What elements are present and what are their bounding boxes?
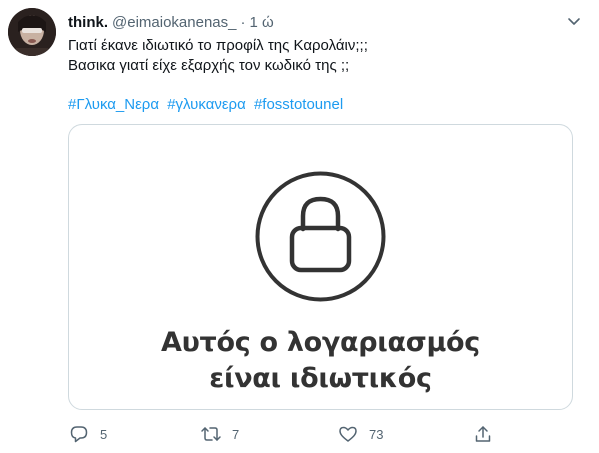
heart-icon: [337, 423, 359, 445]
display-name[interactable]: think.: [68, 14, 108, 31]
hashtag-list: #Γλυκα_Νερα #γλυκανερα #fosstotounel: [68, 95, 347, 115]
share-button[interactable]: [472, 420, 494, 448]
retweet-count: 7: [232, 426, 240, 442]
user-handle[interactable]: @eimaiokanenas_: [112, 14, 236, 31]
more-options-button[interactable]: [563, 10, 585, 32]
hashtag-glyka-nera[interactable]: #Γλυκα_Νερα: [68, 96, 159, 113]
reply-icon: [68, 423, 90, 445]
tweet-header: think. @eimaiokanenas_ · 1 ώ: [68, 12, 274, 32]
retweet-icon: [200, 423, 222, 445]
hashtag-glykanera[interactable]: #γλυκανερα: [167, 96, 246, 113]
separator-dot: ·: [240, 13, 246, 31]
tweet-actions: 5 7 73: [60, 420, 560, 448]
retweet-button[interactable]: 7: [200, 420, 239, 448]
hashtag-fosstotounel[interactable]: #fosstotounel: [254, 96, 343, 113]
share-icon: [472, 423, 494, 445]
tweet[interactable]: think. @eimaiokanenas_ · 1 ώ Γιατί έκανε…: [0, 0, 599, 453]
tweet-text: Γιατί έκανε ιδιωτικό το προφίλ της Καρολ…: [68, 36, 578, 76]
private-account-text-line-2: είναι ιδιωτικός: [209, 363, 432, 394]
like-button[interactable]: 73: [337, 420, 383, 448]
reply-button[interactable]: 5: [68, 420, 107, 448]
private-account-text: Αυτός ο λογαριασμός είναι ιδιωτικός: [69, 325, 572, 397]
tweet-text-line-2: Βασικα γιατί είχε εξαρχής τον κωδικό της…: [68, 57, 350, 74]
lock-icon: [255, 171, 386, 302]
media-image[interactable]: Αυτός ο λογαριασμός είναι ιδιωτικός: [68, 124, 573, 410]
reply-count: 5: [100, 426, 108, 442]
tweet-text-line-1: Γιατί έκανε ιδιωτικό το προφίλ της Καρολ…: [68, 37, 368, 54]
avatar[interactable]: [8, 8, 56, 56]
private-account-text-line-1: Αυτός ο λογαριασμός: [161, 327, 480, 358]
timestamp[interactable]: 1 ώ: [249, 14, 273, 31]
like-count: 73: [369, 426, 384, 442]
chevron-down-icon: [568, 18, 580, 25]
